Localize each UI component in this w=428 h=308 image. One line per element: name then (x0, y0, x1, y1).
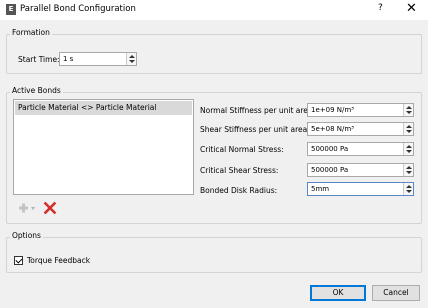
red-x-icon (43, 201, 57, 215)
spin-arrows-icon[interactable] (403, 104, 413, 116)
ok-button[interactable]: OK (310, 285, 366, 301)
options-group-title: Options (10, 231, 43, 240)
close-icon[interactable]: ✕ (406, 1, 417, 16)
start-time-value: 1 s (63, 55, 74, 63)
start-time-label: Start Time: (18, 55, 60, 64)
critical-shear-stress-value: 500000 Pa (311, 166, 349, 174)
add-bond-button[interactable] (14, 201, 38, 215)
remove-bond-button[interactable] (43, 201, 57, 215)
normal-stiffness-label: Normal Stiffness per unit area: (200, 106, 316, 115)
shear-stiffness-field[interactable]: 5e+08 N/m³ (307, 122, 414, 136)
torque-feedback-label[interactable]: Torque Feedback (27, 256, 90, 265)
formation-group-title: Formation (10, 28, 52, 37)
spin-arrows-icon[interactable] (126, 53, 136, 65)
spin-arrows-icon[interactable] (403, 123, 413, 135)
critical-shear-stress-label: Critical Shear Stress: (200, 166, 279, 175)
active-bonds-group-title: Active Bonds (10, 86, 63, 95)
normal-stiffness-value: 1e+09 N/m³ (311, 106, 354, 114)
normal-stiffness-field[interactable]: 1e+09 N/m³ (307, 103, 414, 117)
critical-normal-stress-label: Critical Normal Stress: (200, 145, 284, 154)
bonded-disk-radius-value: 5mm (311, 185, 330, 193)
critical-shear-stress-field[interactable]: 500000 Pa (307, 163, 414, 177)
help-button[interactable]: ? (378, 3, 383, 13)
plus-icon (19, 203, 35, 213)
bonded-disk-radius-field[interactable]: 5mm (307, 182, 414, 196)
list-item[interactable]: Particle Material <> Particle Material (15, 101, 192, 115)
critical-normal-stress-value: 500000 Pa (311, 145, 349, 153)
shear-stiffness-label: Shear Stiffness per unit area: (200, 125, 310, 134)
torque-feedback-checkbox[interactable] (14, 256, 23, 265)
spin-arrows-icon[interactable] (403, 183, 413, 195)
window-title: Parallel Bond Configuration (20, 4, 136, 14)
bonds-list[interactable]: Particle Material <> Particle Material (13, 99, 194, 195)
shear-stiffness-value: 5e+08 N/m³ (311, 125, 354, 133)
title-bar: E Parallel Bond Configuration ? ✕ (0, 0, 428, 20)
start-time-spinbox[interactable]: 1 s (59, 52, 137, 66)
bonded-disk-radius-label: Bonded Disk Radius: (200, 186, 278, 195)
options-group (6, 237, 422, 273)
spin-arrows-icon[interactable] (403, 164, 413, 176)
spin-arrows-icon[interactable] (403, 143, 413, 155)
app-icon: E (6, 4, 16, 15)
cancel-button[interactable]: Cancel (372, 285, 420, 301)
critical-normal-stress-field[interactable]: 500000 Pa (307, 142, 414, 156)
